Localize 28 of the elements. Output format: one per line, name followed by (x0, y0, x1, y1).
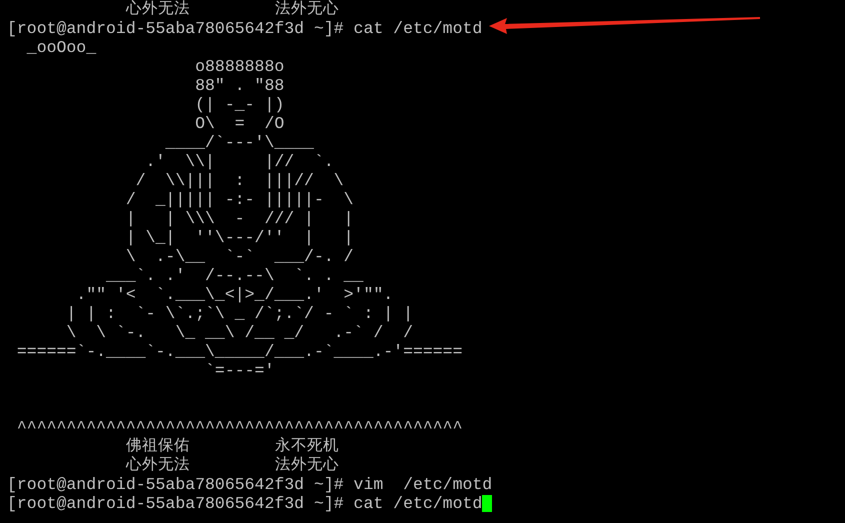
ascii-art-line: O\ = /O (194, 114, 284, 133)
terminal-line: [root@android-55aba78065642f3d ~]# vim /etc/motd (7, 475, 492, 494)
banner-text: ^^^^^^^^^^^^^^^^^^^^^^^^^^^^^^^^^^^^^^^^^^^^^ (16, 418, 462, 437)
terminal-line: 心外无法 (126, 456, 191, 475)
terminal-line: [root@android-55aba78065642f3d ~]# cat /etc/motd (7, 19, 482, 38)
ascii-art-line: o8888888o (194, 57, 284, 76)
ascii-art-line: _ooOoo_ (26, 38, 96, 57)
terminal-line: [root@android-55aba78065642f3d ~]# cat /etc/motd (7, 494, 482, 513)
terminal-line: 佛祖保佑 (126, 437, 191, 456)
ascii-art-line: | | : `- \`.;`\ _ /`;.`/ - ` : | | (65, 304, 413, 323)
ascii-art-line: ___`. .' /--.--\ `. . __ (105, 266, 364, 285)
ascii-art-line: | \_| ''\---/'' | | (124, 228, 354, 247)
ascii-art-line: \ .-\__ `-` ___/-. / (124, 247, 354, 266)
ascii-art-line: .' \\| |// `. (144, 152, 334, 171)
ascii-art-line: / _||||| -:- |||||- \ (124, 190, 354, 209)
ascii-art-line: ======`-.____`-.___\_____/___.-`____.-'====== (16, 342, 462, 361)
ascii-art-line: | | \\\ - /// | | (124, 209, 354, 228)
ascii-art-line: (| -_- |) (194, 95, 284, 114)
ascii-art-line: ."" '< `.___\_<|>_/___.' >'"". (75, 285, 394, 304)
ascii-art-line: / \\||| : |||// \ (134, 171, 344, 190)
terminal-line: 法外无心 (275, 456, 339, 475)
ascii-art-line: \ \ `-. \_ __\ /__ _/ .-` / / (65, 323, 413, 342)
ascii-art-line: ____/`---'\____ (164, 133, 314, 152)
terminal-line: 法外无心 (275, 0, 339, 19)
ascii-art-line: 88" . "88 (194, 76, 284, 95)
terminal-line: 永不死机 (275, 437, 339, 456)
ascii-art-line: `=---=' (204, 361, 274, 380)
terminal-line: 心外无法 (126, 0, 191, 19)
